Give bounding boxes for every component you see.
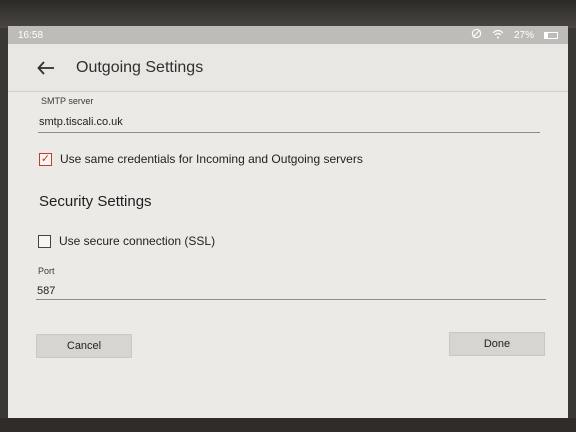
back-button[interactable] [26,48,66,88]
status-bar: 16:58 27% [8,26,568,44]
same-credentials-checkbox[interactable]: ✓ [39,152,52,166]
smtp-server-field[interactable]: smtp.tiscali.co.uk [39,116,123,128]
battery-percent: 27% [513,29,534,41]
port-underline [36,299,546,300]
port-field[interactable]: 587 [37,285,55,297]
battery-icon [544,31,558,39]
same-credentials-label: Use same credentials for Incoming and Ou… [60,152,363,166]
security-settings-heading: Security Settings [39,193,152,210]
app-bar: Outgoing Settings [8,44,568,92]
rotation-lock-icon [471,28,482,42]
ssl-checkbox[interactable] [38,234,51,248]
cancel-button[interactable]: Cancel [36,334,132,358]
status-icons: 27% [471,28,558,42]
arrow-left-icon [37,60,54,75]
page-title: Outgoing Settings [76,58,204,76]
ssl-option[interactable]: Use secure connection (SSL) [38,234,215,248]
device-screen: 16:58 27% Outgoing Settings SMTP server … [8,26,568,418]
wifi-icon [492,29,504,42]
port-label: Port [38,266,55,276]
ssl-label: Use secure connection (SSL) [59,234,216,248]
smtp-server-underline [38,132,540,133]
device-bezel-top [0,0,576,28]
status-time: 16:58 [18,29,44,41]
done-button[interactable]: Done [449,332,545,356]
same-credentials-option[interactable]: ✓ Use same credentials for Incoming and … [39,152,363,166]
device-bezel-bottom [0,418,576,432]
smtp-server-label: SMTP server [41,96,94,106]
